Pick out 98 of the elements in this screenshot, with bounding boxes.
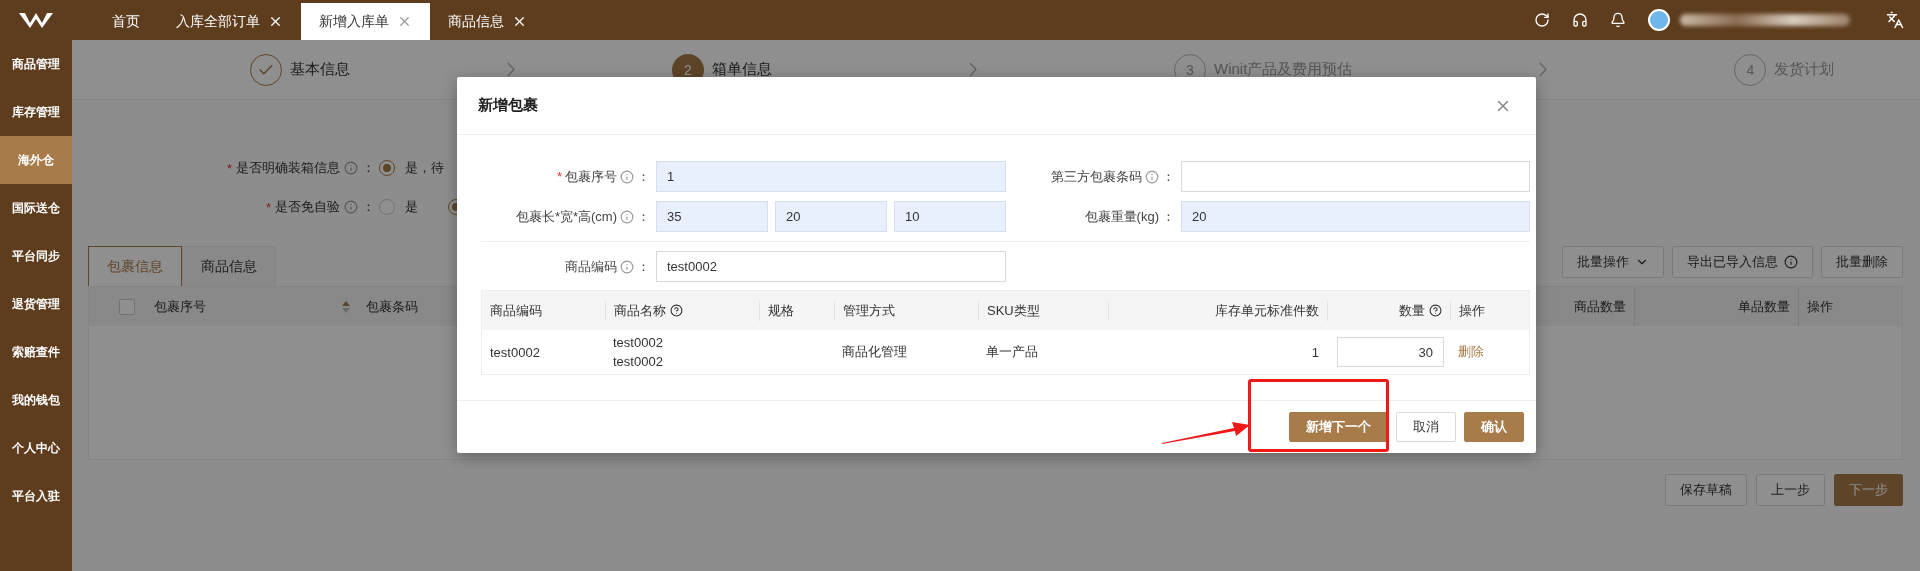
dialog-button[interactable]: 取消 — [1396, 412, 1456, 442]
label-colon: ： — [362, 159, 375, 177]
headset-icon[interactable] — [1572, 12, 1588, 28]
sidebar-item[interactable]: 海外仓 — [0, 136, 72, 184]
close-icon[interactable] — [268, 14, 283, 29]
field-label: 商品编码 — [565, 257, 617, 276]
section-tab[interactable]: 商品信息 — [182, 246, 276, 286]
input-field[interactable]: 20 — [1181, 201, 1530, 232]
column-header: 包裹序号 — [154, 297, 206, 316]
input-field[interactable]: 35 — [656, 201, 768, 232]
label-colon: ： — [637, 167, 650, 186]
chevron-icon — [1539, 62, 1548, 77]
logo-icon — [19, 11, 53, 29]
label-colon: ： — [362, 198, 375, 216]
select-all-checkbox[interactable] — [119, 298, 135, 315]
input-field[interactable] — [1181, 161, 1530, 192]
table-cell: 1 — [1311, 344, 1319, 360]
toolbar-button[interactable]: 批量删除 — [1821, 246, 1903, 278]
sort-icon[interactable] — [342, 299, 350, 314]
info-icon[interactable] — [344, 161, 358, 175]
footer-button[interactable]: 保存草稿 — [1665, 474, 1747, 506]
info-icon — [1784, 255, 1798, 269]
column-header: 商品编码 — [490, 301, 542, 320]
dialog-title: 新增包裹 — [478, 96, 538, 115]
info-icon[interactable] — [620, 259, 634, 274]
translate-icon[interactable] — [1886, 11, 1904, 29]
page-tab[interactable]: 新增入库单 — [301, 3, 430, 40]
field-label: 是否明确装箱信息 — [236, 159, 340, 177]
step-label: 发货计划 — [1774, 60, 1835, 79]
field-label: 第三方包裹条码 — [1051, 167, 1142, 186]
required-mark: * — [556, 169, 562, 184]
sidebar-item[interactable]: 我的钱包 — [0, 376, 72, 424]
column-header: 操作 — [1807, 297, 1833, 316]
step-label: 箱单信息 — [712, 60, 772, 79]
chevron-icon — [969, 62, 977, 77]
column-header: 包裹条码 — [366, 297, 418, 316]
radio-label: 是，待 — [405, 159, 444, 177]
sidebar-item[interactable]: 库存管理 — [0, 88, 72, 136]
page-tab[interactable]: 入库全部订单 — [158, 3, 301, 40]
sidebar-item[interactable]: 退货管理 — [0, 280, 72, 328]
input-field[interactable]: test0002 — [656, 251, 1006, 282]
column-header: 库存单元标准件数 — [1215, 301, 1319, 320]
field-label: 是否免自验 — [275, 198, 340, 216]
column-header: SKU类型 — [987, 301, 1040, 320]
close-icon[interactable] — [512, 14, 527, 29]
chevron-icon — [507, 62, 515, 77]
help-icon[interactable] — [670, 304, 683, 317]
table-cell: 商品化管理 — [842, 343, 907, 361]
radio-button[interactable] — [379, 160, 395, 176]
info-icon[interactable] — [620, 169, 634, 184]
input-field[interactable]: 20 — [775, 201, 887, 232]
sidebar-item[interactable]: 国际送仓 — [0, 184, 72, 232]
sidebar-item[interactable]: 平台入驻 — [0, 472, 72, 520]
dialog-button[interactable]: 新增下一个 — [1289, 412, 1388, 442]
toolbar-button[interactable]: 导出已导入信息 — [1672, 246, 1813, 278]
field-label: 包裹重量(kg) — [1084, 207, 1159, 226]
sidebar-item[interactable]: 索赔查件 — [0, 328, 72, 376]
dialog-button[interactable]: 确认 — [1464, 412, 1524, 442]
table-cell-text: test0002 — [613, 354, 664, 369]
input-field[interactable]: 10 — [894, 201, 1006, 232]
info-icon[interactable] — [620, 209, 634, 224]
label-colon: ： — [1162, 207, 1175, 226]
step-label: 基本信息 — [290, 60, 350, 79]
required-mark: * — [265, 199, 271, 215]
page-tab[interactable]: 首页 — [94, 3, 158, 40]
radio-button[interactable] — [379, 199, 395, 215]
delete-link[interactable]: 删除 — [1450, 344, 1492, 359]
sidebar-item[interactable]: 个人中心 — [0, 424, 72, 472]
required-mark: * — [226, 160, 232, 176]
column-header: 商品数量 — [1574, 297, 1626, 316]
column-header: 商品名称 — [614, 301, 666, 320]
column-header: 数量 — [1399, 301, 1425, 320]
column-header: 操作 — [1459, 301, 1485, 320]
label-colon: ： — [637, 257, 650, 276]
refresh-icon[interactable] — [1534, 12, 1550, 28]
footer-button[interactable]: 上一步 — [1756, 474, 1825, 506]
table-cell-text: test0002 — [613, 335, 664, 350]
input-field[interactable]: 1 — [656, 161, 1006, 192]
label-colon: ： — [637, 207, 650, 226]
sidebar-item[interactable]: 商品管理 — [0, 40, 72, 88]
field-label: 包裹长*宽*高(cm) — [515, 207, 617, 226]
column-header: 单品数量 — [1738, 297, 1790, 316]
field-label: 包裹序号 — [565, 167, 617, 186]
column-header: 管理方式 — [843, 301, 895, 320]
table-cell: 单一产品 — [986, 343, 1038, 361]
sidebar-item[interactable]: 平台同步 — [0, 232, 72, 280]
avatar[interactable] — [1648, 9, 1670, 31]
label-colon: ： — [1162, 167, 1175, 186]
quantity-field[interactable]: 30 — [1337, 337, 1444, 367]
page-tab[interactable]: 商品信息 — [430, 3, 545, 40]
help-icon[interactable] — [1429, 304, 1442, 317]
table-cell: test0002 — [490, 344, 540, 360]
info-icon[interactable] — [1145, 169, 1159, 184]
column-header: 规格 — [768, 301, 794, 320]
info-icon[interactable] — [344, 200, 358, 214]
bell-icon[interactable] — [1610, 12, 1626, 28]
radio-label: 是 — [405, 198, 418, 216]
toolbar-button[interactable]: 批量操作 — [1562, 246, 1664, 278]
